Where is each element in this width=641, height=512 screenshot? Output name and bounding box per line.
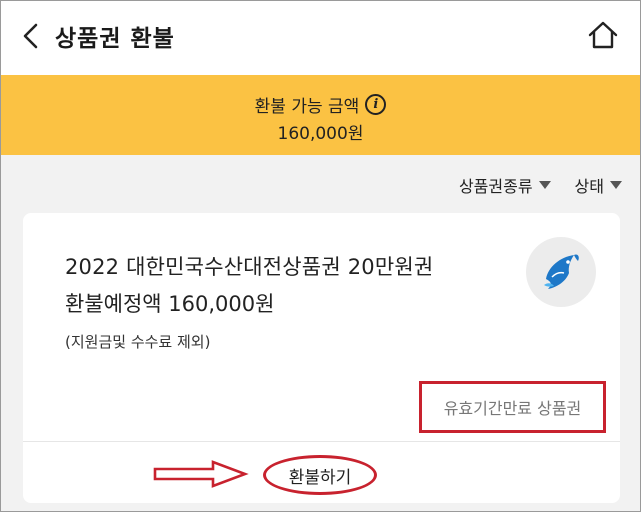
voucher-type-filter-label: 상품권종류 [458,177,533,196]
refundable-amount-label: 환불 가능 금액 [254,97,360,117]
page-title: 상품권 환불 [55,26,175,52]
app-header: 상품권 환불 [1,1,640,75]
chevron-left-icon [23,23,38,49]
expired-status-label: 유효기간만료 상품권 [443,399,582,418]
voucher-title: 2022 대한민국수산대전상품권 20만원권 [65,255,434,279]
annotation-arrow-icon [153,460,249,488]
status-filter-label: 상태 [574,177,604,196]
expired-status-highlight: 유효기간만료 상품권 [419,381,606,433]
voucher-card: 2022 대한민국수산대전상품권 20만원권 환불예정액 160,000원 (지… [23,213,620,503]
caret-down-icon [538,181,551,189]
refund-button[interactable]: 환불하기 [263,455,377,495]
fish-logo-icon [544,254,579,289]
refundable-amount-value: 160,000원 [277,124,364,144]
home-button[interactable] [585,17,621,53]
filter-bar: 상품권종류 상태 [459,173,622,197]
status-filter[interactable]: 상태 [575,173,622,197]
voucher-type-filter[interactable]: 상품권종류 [459,173,551,197]
card-divider [23,441,620,442]
info-icon[interactable]: i [365,94,387,115]
home-icon [588,21,618,49]
back-button[interactable] [15,19,45,53]
refund-expected-amount: 환불예정액 160,000원 [65,292,275,316]
refundable-amount-banner: 환불 가능 금액 i 160,000원 [1,75,640,155]
caret-down-icon [610,181,622,189]
voucher-logo [526,237,596,307]
refund-note: (지원금및 수수료 제외) [65,333,211,351]
